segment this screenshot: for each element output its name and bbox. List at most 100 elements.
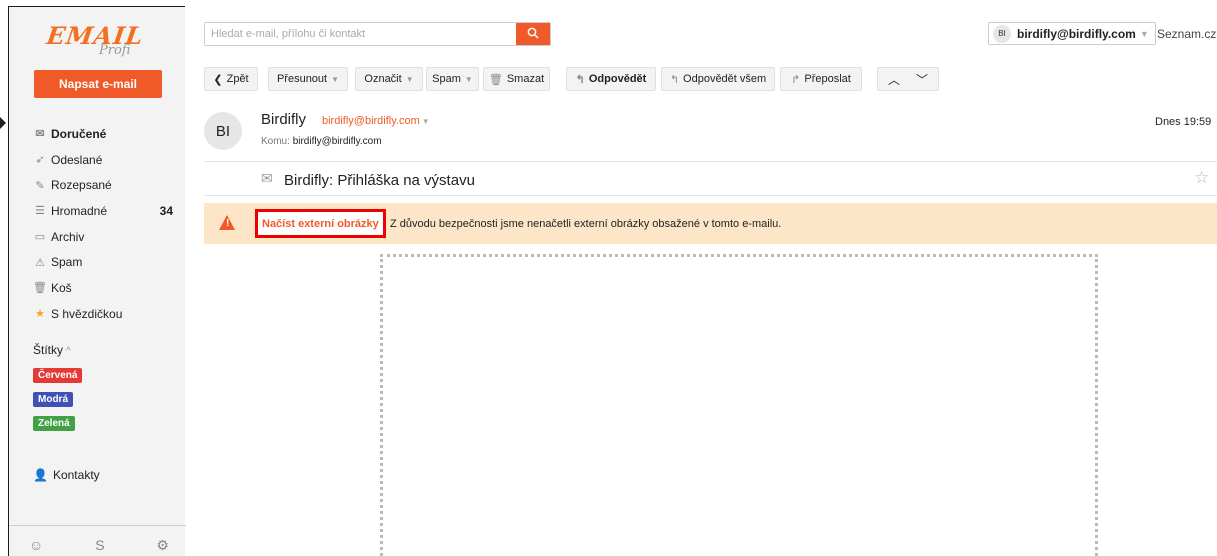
account-switcher[interactable]: BI birdifly@birdifly.com ▼ [988, 22, 1156, 45]
seznam-link[interactable]: Seznam.cz [1157, 27, 1216, 41]
sidebar-item-label: Hromadné [51, 203, 108, 218]
archive-icon: ▭ [34, 231, 46, 244]
move-button[interactable]: Přesunout ▼ [268, 67, 348, 91]
message-time: Dnes 19:59 [1155, 116, 1212, 128]
forward-label: Přeposlat [804, 73, 851, 85]
avatar: BI [993, 24, 1011, 43]
spam-button[interactable]: Spam ▼ [426, 67, 479, 91]
reply-button[interactable]: ↰ Odpovědět [566, 67, 656, 91]
spam-label: Spam [432, 73, 461, 85]
chevron-down-icon: ▼ [331, 74, 340, 84]
blocked-image-placeholder [380, 254, 1098, 556]
sidebar-item-label: Spam [51, 255, 83, 270]
sidebar-item-contacts[interactable]: 👤 Kontakty [33, 468, 100, 482]
reply-all-button[interactable]: ↰ Odpovědět všem [661, 67, 775, 91]
tag-green[interactable]: Zelená [33, 416, 75, 431]
trash-icon: 🗑 [488, 73, 503, 86]
spam-icon: ⚠ [35, 256, 45, 269]
sidebar-item-starred[interactable]: ★ S hvězdičkou [33, 301, 173, 327]
star-icon: ★ [35, 308, 45, 321]
load-external-images-button[interactable]: Načíst externí obrázky [255, 209, 386, 238]
sidebar-item-drafts[interactable]: ✎ Rozepsané [33, 172, 173, 198]
envelope-icon: ✉ [261, 170, 273, 186]
back-label: Zpět [226, 73, 249, 85]
chevron-down-icon: ▼ [405, 74, 414, 84]
divider [204, 161, 1217, 162]
to-value: birdifly@birdifly.com [292, 136, 382, 147]
active-folder-marker [0, 117, 6, 129]
account-email: birdifly@birdifly.com [1017, 26, 1136, 41]
sidebar-item-label: Rozepsané [51, 178, 112, 193]
prev-next-group: ︿ ﹀ [877, 67, 939, 91]
chevron-down-icon[interactable]: ﹀ [908, 71, 936, 88]
sidebar-item-label: Doručené [51, 126, 107, 141]
sidebar: EMAIL Profi Napsat e-mail ✉ Doručené ➶ O… [8, 6, 186, 556]
logo-main-text: EMAIL [44, 21, 146, 50]
star-toggle-icon[interactable]: ☆ [1194, 168, 1209, 188]
sent-icon: ➶ [35, 154, 45, 167]
chevron-down-icon: ▼ [464, 74, 473, 84]
mark-label: Označit [364, 73, 402, 85]
trash-icon: 🗑 [33, 282, 47, 295]
bulk-icon: ☰ [35, 205, 45, 218]
sidebar-item-label: Koš [51, 280, 72, 295]
reply-all-icon: ↰ [669, 73, 680, 86]
delete-label: Smazat [506, 73, 545, 85]
tag-list: Červená Modrá Zelená [33, 368, 83, 440]
external-images-warning: ! Načíst externí obrázky Z důvodu bezpeč… [204, 203, 1217, 244]
labels-heading: Štítky [33, 343, 64, 357]
sender-name: Birdifly [261, 111, 307, 128]
compose-button[interactable]: Napsat e-mail [34, 70, 162, 98]
chevron-down-icon: ▼ [421, 117, 430, 126]
sidebar-footer: ☺ S ⚙ [29, 537, 169, 554]
forward-icon: ↱ [791, 73, 801, 86]
move-label: Přesunout [276, 73, 328, 85]
sidebar-item-bulk[interactable]: ☰ Hromadné 34 [33, 198, 173, 224]
inbox-icon: ✉ [35, 128, 45, 141]
person-icon: 👤 [33, 468, 48, 482]
drafts-icon: ✎ [35, 179, 45, 192]
search-input[interactable] [205, 23, 516, 45]
unread-count: 34 [159, 203, 173, 218]
reply-all-label: Odpovědět všem [683, 73, 767, 85]
divider [9, 525, 186, 526]
labels-toggle[interactable]: Štítky ^ [33, 343, 71, 357]
sidebar-item-label: Kontakty [52, 468, 100, 482]
emoji-icon[interactable]: ☺ [29, 537, 43, 554]
settings-icon[interactable]: ⚙ [156, 537, 169, 554]
email-profi-logo[interactable]: EMAIL Profi [35, 21, 155, 58]
reply-icon: ↰ [575, 73, 585, 86]
sidebar-item-archive[interactable]: ▭ Archiv [33, 224, 173, 250]
s-logo-icon[interactable]: S [95, 537, 104, 554]
search-bar [204, 22, 551, 46]
chevron-down-icon: ▼ [1139, 28, 1149, 39]
sidebar-item-sent[interactable]: ➶ Odeslané [33, 147, 173, 173]
tag-blue[interactable]: Modrá [33, 392, 73, 407]
warning-text: Z důvodu bezpečnosti jsme nenačetli exte… [390, 218, 782, 230]
message-subject: Birdifly: Přihláška na výstavu [284, 172, 475, 189]
chevron-left-icon: ❮ [213, 73, 223, 86]
folder-list: ✉ Doručené ➶ Odeslané ✎ Rozepsané ☰ Hrom… [33, 121, 173, 327]
sidebar-item-label: S hvězdičkou [51, 306, 123, 321]
back-button[interactable]: ❮ Zpět [204, 67, 258, 91]
warning-icon: ! [219, 215, 235, 230]
divider [204, 195, 1217, 196]
reply-label: Odpovědět [588, 73, 647, 85]
delete-button[interactable]: 🗑 Smazat [483, 67, 550, 91]
search-button[interactable] [516, 23, 550, 45]
sidebar-item-inbox[interactable]: ✉ Doručené [33, 121, 173, 147]
chevron-up-icon[interactable]: ︿ [880, 71, 908, 88]
sidebar-item-label: Odeslané [51, 152, 103, 167]
to-label: Komu: [261, 136, 290, 147]
sender-email[interactable]: birdifly@birdifly.com ▼ [322, 115, 430, 127]
sidebar-item-trash[interactable]: 🗑 Koš [33, 275, 173, 301]
sidebar-item-label: Archiv [51, 229, 85, 244]
mark-button[interactable]: Označit ▼ [355, 67, 423, 91]
chevron-up-icon: ^ [66, 346, 71, 357]
sidebar-item-spam[interactable]: ⚠ Spam [33, 249, 173, 275]
sender-avatar: BI [204, 112, 242, 150]
tag-red[interactable]: Červená [33, 368, 83, 383]
sender-email-text: birdifly@birdifly.com [322, 115, 420, 127]
search-icon [527, 27, 539, 42]
forward-button[interactable]: ↱ Přeposlat [780, 67, 862, 91]
